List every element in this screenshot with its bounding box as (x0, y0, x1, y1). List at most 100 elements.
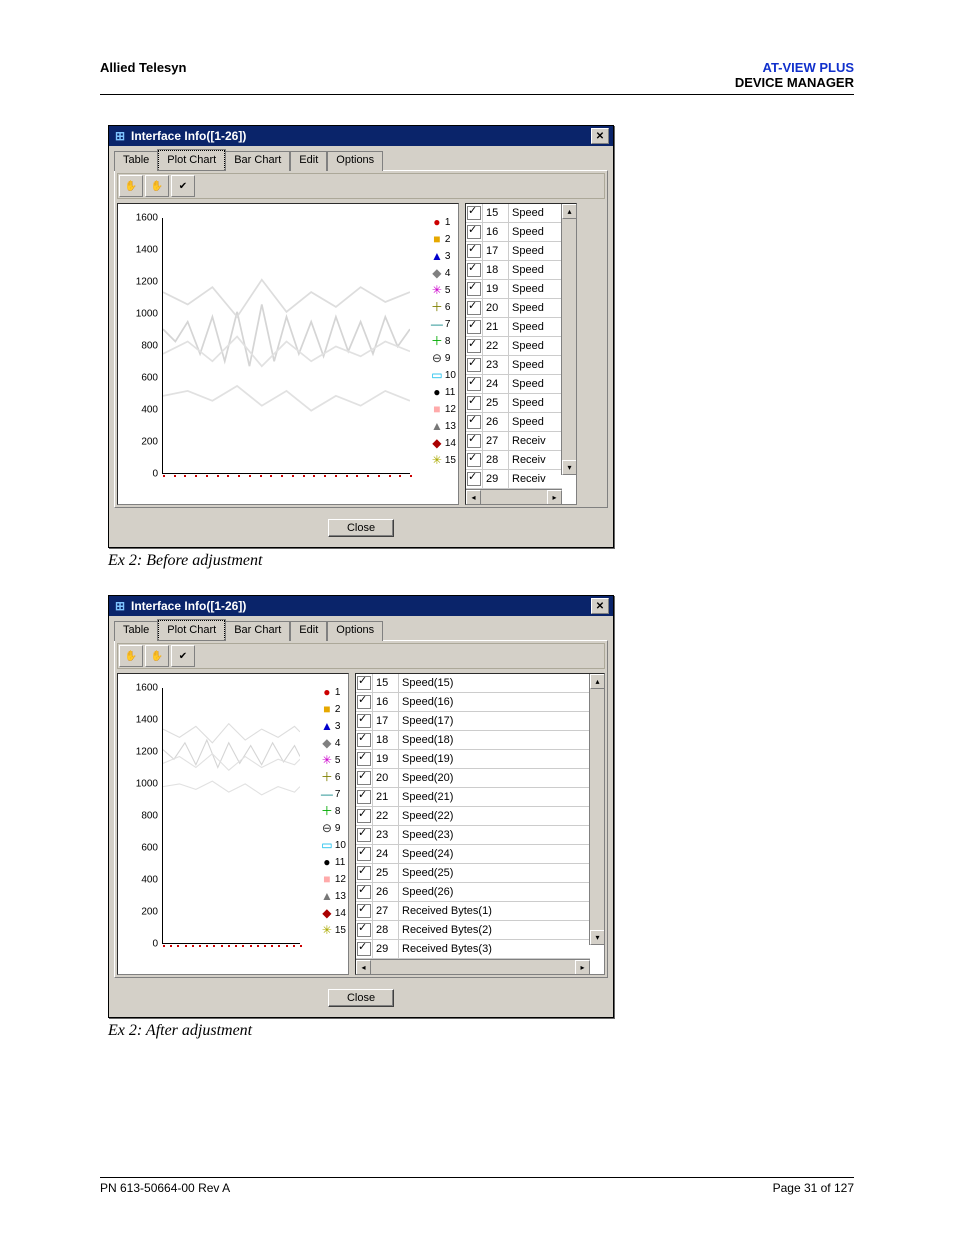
scroll-down-icon[interactable]: ▾ (590, 930, 604, 945)
scroll-down-icon[interactable]: ▾ (562, 460, 576, 475)
series-checkbox[interactable] (357, 676, 371, 690)
close-button[interactable]: Close (328, 519, 394, 537)
series-checkbox[interactable] (357, 942, 371, 956)
series-checkbox[interactable] (357, 866, 371, 880)
series-row[interactable]: 22Speed (466, 337, 562, 356)
series-checkbox[interactable] (467, 339, 481, 353)
series-row[interactable]: 23Speed (466, 356, 562, 375)
series-checkbox[interactable] (357, 847, 371, 861)
series-number: 22 (373, 807, 399, 825)
scroll-up-icon[interactable]: ▴ (562, 204, 576, 219)
tab-bar-chart[interactable]: Bar Chart (225, 621, 290, 641)
series-row[interactable]: 29Received Bytes(3) (356, 940, 590, 959)
series-row[interactable]: 27Receiv (466, 432, 562, 451)
series-row[interactable]: 18Speed (466, 261, 562, 280)
series-checkbox[interactable] (467, 206, 481, 220)
series-row[interactable]: 17Speed (466, 242, 562, 261)
series-checkbox[interactable] (467, 301, 481, 315)
series-row[interactable]: 21Speed(21) (356, 788, 590, 807)
series-checkbox[interactable] (467, 358, 481, 372)
series-checkbox[interactable] (467, 282, 481, 296)
series-checkbox[interactable] (357, 790, 371, 804)
scroll-right-icon[interactable]: ▸ (575, 960, 590, 975)
series-row[interactable]: 22Speed(22) (356, 807, 590, 826)
tab-bar-chart[interactable]: Bar Chart (225, 151, 290, 171)
series-row[interactable]: 26Speed (466, 413, 562, 432)
series-row[interactable]: 21Speed (466, 318, 562, 337)
tab-edit[interactable]: Edit (290, 621, 327, 641)
series-checkbox[interactable] (467, 396, 481, 410)
series-row[interactable]: 15Speed (466, 204, 562, 223)
series-row[interactable]: 25Speed (466, 394, 562, 413)
series-row[interactable]: 25Speed(25) (356, 864, 590, 883)
series-row[interactable]: 18Speed(18) (356, 731, 590, 750)
tab-options[interactable]: Options (327, 151, 383, 171)
scroll-left-icon[interactable]: ◂ (356, 960, 371, 975)
series-checkbox[interactable] (357, 714, 371, 728)
tool-hand-left-icon[interactable]: ✋ (119, 175, 143, 197)
series-row[interactable]: 24Speed (466, 375, 562, 394)
series-checkbox[interactable] (357, 733, 371, 747)
tool-check-icon[interactable]: ✔ (171, 645, 195, 667)
series-row[interactable]: 28Received Bytes(2) (356, 921, 590, 940)
series-checkbox[interactable] (357, 771, 371, 785)
series-checkbox[interactable] (467, 434, 481, 448)
tab-edit[interactable]: Edit (290, 151, 327, 171)
series-checkbox[interactable] (467, 415, 481, 429)
hscrollbar[interactable]: ◂ ▸ (356, 959, 590, 974)
series-row[interactable]: 29Receiv (466, 470, 562, 489)
vscrollbar[interactable]: ▴ ▾ (589, 674, 604, 945)
series-row[interactable]: 28Receiv (466, 451, 562, 470)
series-checkbox[interactable] (467, 225, 481, 239)
series-checkbox[interactable] (357, 828, 371, 842)
series-row[interactable]: 16Speed(16) (356, 693, 590, 712)
scroll-left-icon[interactable]: ◂ (466, 490, 481, 505)
series-row[interactable]: 16Speed (466, 223, 562, 242)
series-row[interactable]: 20Speed (466, 299, 562, 318)
vscrollbar[interactable]: ▴ ▾ (561, 204, 576, 475)
series-checkbox[interactable] (357, 809, 371, 823)
tab-plot-chart[interactable]: Plot Chart (158, 150, 225, 170)
tab-options[interactable]: Options (327, 621, 383, 641)
scroll-right-icon[interactable]: ▸ (547, 490, 562, 505)
tab-table[interactable]: Table (114, 621, 158, 641)
ytick: 400 (122, 875, 158, 886)
tool-hand-left-icon[interactable]: ✋ (119, 645, 143, 667)
titlebar[interactable]: ⊞ Interface Info([1-26]) ✕ (109, 126, 613, 146)
series-checkbox[interactable] (467, 377, 481, 391)
app-icon: ⊞ (113, 129, 127, 143)
series-checkbox[interactable] (467, 320, 481, 334)
titlebar[interactable]: ⊞ Interface Info([1-26]) ✕ (109, 596, 613, 616)
legend-marker-icon: — (322, 790, 332, 800)
scroll-up-icon[interactable]: ▴ (590, 674, 604, 689)
series-row[interactable]: 20Speed(20) (356, 769, 590, 788)
series-checkbox[interactable] (467, 453, 481, 467)
close-icon[interactable]: ✕ (591, 598, 609, 614)
tool-check-icon[interactable]: ✔ (171, 175, 195, 197)
series-row[interactable]: 17Speed(17) (356, 712, 590, 731)
series-row[interactable]: 23Speed(23) (356, 826, 590, 845)
series-row[interactable]: 15Speed(15) (356, 674, 590, 693)
tab-table[interactable]: Table (114, 151, 158, 171)
series-checkbox[interactable] (357, 885, 371, 899)
ytick: 800 (122, 811, 158, 822)
close-icon[interactable]: ✕ (591, 128, 609, 144)
tool-hand-right-icon[interactable]: ✋ (145, 645, 169, 667)
tab-plot-chart[interactable]: Plot Chart (158, 620, 225, 640)
ytick: 600 (122, 373, 158, 384)
tool-hand-right-icon[interactable]: ✋ (145, 175, 169, 197)
series-checkbox[interactable] (357, 752, 371, 766)
series-row[interactable]: 19Speed (466, 280, 562, 299)
series-checkbox[interactable] (467, 263, 481, 277)
series-checkbox[interactable] (357, 904, 371, 918)
series-row[interactable]: 24Speed(24) (356, 845, 590, 864)
series-checkbox[interactable] (357, 695, 371, 709)
series-row[interactable]: 26Speed(26) (356, 883, 590, 902)
series-row[interactable]: 19Speed(19) (356, 750, 590, 769)
series-checkbox[interactable] (357, 923, 371, 937)
series-row[interactable]: 27Received Bytes(1) (356, 902, 590, 921)
series-checkbox[interactable] (467, 244, 481, 258)
close-button[interactable]: Close (328, 989, 394, 1007)
hscrollbar[interactable]: ◂ ▸ (466, 489, 562, 504)
series-checkbox[interactable] (467, 472, 481, 486)
